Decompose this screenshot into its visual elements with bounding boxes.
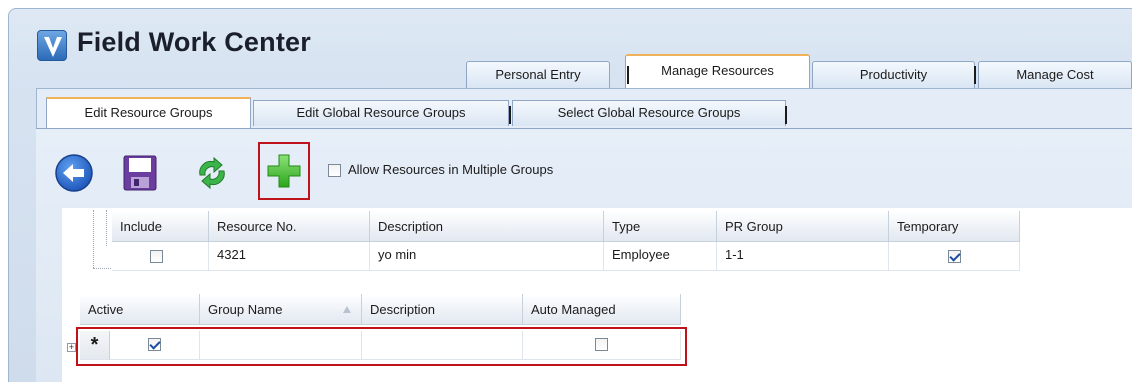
refresh-button[interactable] — [192, 155, 232, 194]
col-header-temporary[interactable]: Temporary — [889, 211, 1020, 242]
cell-description[interactable]: yo min — [370, 242, 604, 271]
sort-ascending-icon — [343, 306, 351, 313]
tab-personal-entry[interactable]: Personal Entry — [466, 61, 610, 89]
tree-connector — [93, 268, 111, 269]
col-header-group-name[interactable]: Group Name — [200, 294, 362, 325]
cell-type[interactable]: Employee — [604, 242, 717, 271]
tab-select-global-resource-groups[interactable]: Select Global Resource Groups — [512, 100, 786, 126]
back-arrow-icon — [55, 154, 93, 192]
tab-separator — [974, 66, 976, 84]
add-button-highlight — [258, 142, 310, 200]
expand-row-icon[interactable]: + — [67, 343, 76, 352]
tab-label: Edit Resource Groups — [84, 105, 213, 120]
tab-label: Manage Resources — [661, 63, 774, 78]
include-checkbox[interactable] — [150, 250, 163, 263]
tab-label: Edit Global Resource Groups — [296, 105, 466, 120]
app-title: Field Work Center — [77, 27, 311, 57]
save-icon — [123, 155, 157, 191]
tab-label: Productivity — [859, 67, 928, 82]
save-button[interactable] — [123, 155, 157, 194]
col-header-include[interactable]: Include — [112, 211, 209, 242]
tab-manage-resources[interactable]: Manage Resources — [625, 54, 810, 88]
tab-separator — [627, 66, 629, 84]
tree-connector — [106, 210, 107, 246]
cell-temporary[interactable] — [889, 242, 1020, 271]
tab-label: Select Global Resource Groups — [557, 105, 741, 120]
tree-connector — [93, 210, 94, 268]
allow-multiple-groups-checkbox[interactable] — [328, 164, 341, 177]
col-header-resource-no[interactable]: Resource No. — [209, 211, 370, 242]
back-button[interactable] — [54, 153, 94, 196]
col-header-pr-group[interactable]: PR Group — [717, 211, 889, 242]
allow-multiple-groups-label: Allow Resources in Multiple Groups — [348, 162, 554, 177]
tab-label: Personal Entry — [495, 67, 581, 82]
cell-include[interactable] — [112, 242, 209, 271]
col-header-auto-managed[interactable]: Auto Managed — [523, 294, 681, 325]
cell-resource-no[interactable]: 4321 — [209, 242, 370, 271]
app-logo-icon — [37, 30, 67, 61]
tab-edit-resource-groups[interactable]: Edit Resource Groups — [46, 97, 251, 129]
tab-separator — [509, 106, 511, 124]
col-header-group-description[interactable]: Description — [362, 294, 523, 325]
tab-separator — [785, 106, 787, 124]
new-row-highlight — [76, 327, 687, 366]
cell-pr-group[interactable]: 1-1 — [717, 242, 889, 271]
col-header-active[interactable]: Active — [80, 294, 200, 325]
tab-manage-cost[interactable]: Manage Cost — [978, 61, 1132, 89]
col-header-description[interactable]: Description — [370, 211, 604, 242]
tab-productivity[interactable]: Productivity — [812, 61, 975, 89]
refresh-icon — [199, 156, 225, 190]
col-header-label: Group Name — [208, 302, 283, 317]
tab-edit-global-resource-groups[interactable]: Edit Global Resource Groups — [253, 100, 509, 126]
col-header-type[interactable]: Type — [604, 211, 717, 242]
temporary-checkbox[interactable] — [948, 250, 961, 263]
tab-label: Manage Cost — [1016, 67, 1094, 82]
